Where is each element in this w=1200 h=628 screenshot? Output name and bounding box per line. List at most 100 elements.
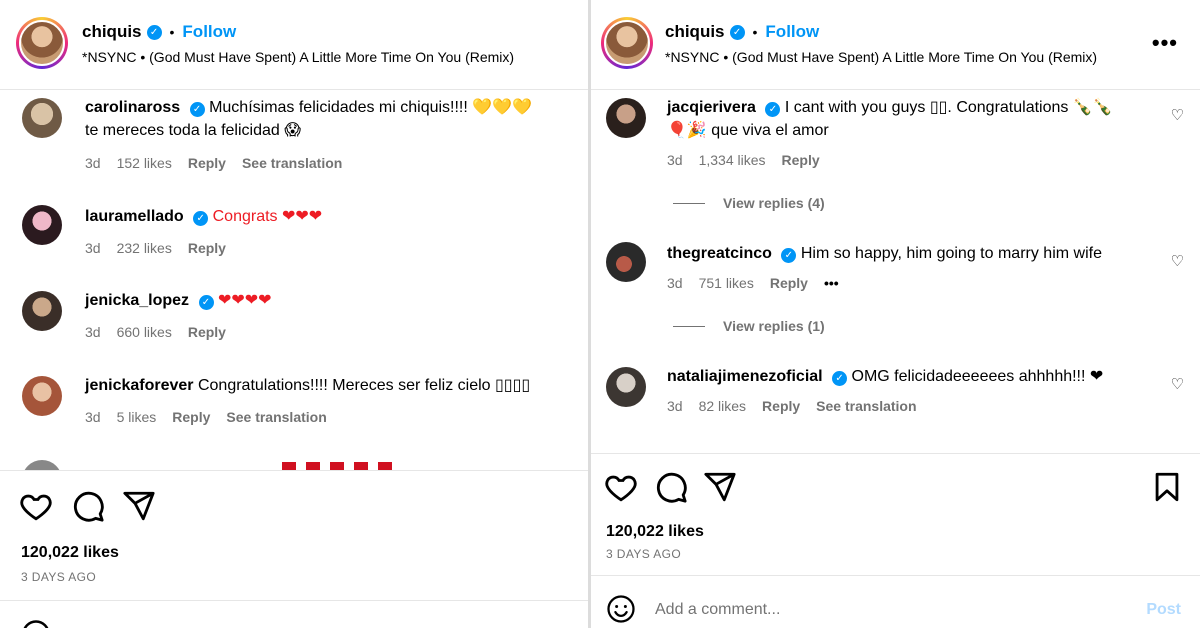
add-comment-bar: Add a comment... Post — [591, 575, 1200, 628]
comment-text: Him so happy, him going to marry him wif… — [800, 245, 1102, 262]
comment-age: 3d — [85, 409, 101, 425]
post-button[interactable]: Post — [1146, 601, 1181, 619]
post-header: chiquis ✓ • Follow *NSYNC • (God Must Ha… — [0, 0, 588, 90]
post-panel-left: chiquis ✓ • Follow *NSYNC • (God Must Ha… — [0, 0, 588, 628]
view-replies-label: View replies (4) — [723, 195, 825, 211]
replies-line — [673, 202, 705, 204]
post-time: 3 DAYS AGO — [606, 547, 682, 561]
post-header: chiquis ✓ • Follow *NSYNC • (God Must Ha… — [591, 0, 1200, 90]
reply-button[interactable]: Reply — [188, 155, 226, 171]
comment-text-line2: 🎈🎉 que viva el amor — [667, 122, 829, 139]
avatar[interactable] — [22, 291, 62, 331]
likes-count[interactable]: 120,022 likes — [21, 544, 119, 562]
comment-age: 3d — [667, 398, 683, 414]
post-time: 3 DAYS AGO — [21, 570, 97, 584]
emoji-icon[interactable] — [21, 619, 51, 628]
profile-avatar[interactable] — [601, 17, 653, 69]
comment-text: Congrats ❤❤❤ — [212, 208, 323, 225]
comment-likes[interactable]: 152 likes — [117, 155, 172, 171]
profile-avatar[interactable] — [16, 17, 68, 69]
verified-icon: ✓ — [729, 24, 745, 40]
comment-item-cut — [22, 460, 582, 470]
see-translation-button[interactable]: See translation — [816, 398, 916, 414]
see-translation-button[interactable]: See translation — [242, 155, 342, 171]
comment-like-heart-icon[interactable]: ♡ — [1171, 375, 1184, 393]
comment-likes[interactable]: 5 likes — [117, 409, 157, 425]
verified-icon: ✓ — [781, 248, 797, 263]
comment-likes[interactable]: 1,334 likes — [699, 152, 766, 168]
reply-button[interactable]: Reply — [762, 398, 800, 414]
reply-button[interactable]: Reply — [188, 324, 226, 340]
comment-likes[interactable]: 232 likes — [117, 240, 172, 256]
heart-icon[interactable] — [604, 470, 638, 504]
follow-button[interactable]: Follow — [765, 22, 819, 42]
verified-icon: ✓ — [146, 24, 162, 40]
comment-username[interactable]: lauramellado — [85, 208, 184, 225]
bookmark-icon[interactable] — [1150, 470, 1184, 504]
view-replies-button[interactable]: View replies (4) — [673, 195, 825, 211]
comment-age: 3d — [667, 275, 683, 291]
separator-dot: • — [169, 24, 175, 40]
post-username[interactable]: chiquis — [82, 22, 142, 42]
separator-dot: • — [752, 24, 758, 40]
comment-icon[interactable] — [71, 489, 105, 523]
add-comment-bar — [0, 600, 588, 628]
comment-likes[interactable]: 82 likes — [699, 398, 746, 414]
comment-age: 3d — [85, 324, 101, 340]
verified-icon: ✓ — [193, 211, 209, 226]
verified-icon: ✓ — [765, 102, 781, 117]
comment-username[interactable]: jenicka_lopez — [85, 292, 189, 309]
reply-button[interactable]: Reply — [770, 275, 808, 291]
verified-icon: ✓ — [832, 371, 848, 386]
share-icon[interactable] — [122, 489, 156, 523]
comment-age: 3d — [85, 240, 101, 256]
comment-likes[interactable]: 660 likes — [117, 324, 172, 340]
comment-text-line2: te mereces toda la felicidad 😱 — [85, 122, 301, 139]
comment-username[interactable]: jacqierivera — [667, 99, 756, 116]
comment-icon[interactable] — [654, 470, 688, 504]
comment-likes[interactable]: 751 likes — [699, 275, 754, 291]
avatar[interactable] — [22, 376, 62, 416]
post-panel-right: chiquis ✓ • Follow *NSYNC • (God Must Ha… — [591, 0, 1200, 628]
comment-text: OMG felicidadeeeeees ahhhhh!!! ❤ — [851, 368, 1104, 385]
see-translation-button[interactable]: See translation — [226, 409, 326, 425]
view-replies-label: View replies (1) — [723, 318, 825, 334]
reply-button[interactable]: Reply — [782, 152, 820, 168]
comment-username[interactable]: jenickaforever — [85, 377, 194, 394]
comment-username[interactable]: carolinaross — [85, 99, 180, 116]
heart-icon[interactable] — [19, 489, 53, 523]
avatar[interactable] — [606, 98, 646, 138]
comment-text: I cant with you guys ▯▯. Congratulations… — [784, 99, 1113, 116]
post-actions: 120,022 likes 3 DAYS AGO — [0, 470, 588, 600]
comment-like-heart-icon[interactable]: ♡ — [1171, 252, 1184, 270]
comment-text: Congratulations!!!! Mereces ser feliz ci… — [197, 377, 531, 394]
avatar[interactable] — [606, 242, 646, 282]
comment-username[interactable]: thegreatcinco — [667, 245, 772, 262]
comment-text: Muchísimas felicidades mi chiquis!!!! 💛💛… — [209, 99, 533, 116]
verified-icon: ✓ — [189, 102, 205, 117]
comment-text: ❤❤❤❤ — [217, 292, 272, 309]
post-actions: 120,022 likes 3 DAYS AGO — [591, 453, 1200, 575]
comment-more-button[interactable]: ••• — [824, 275, 839, 291]
share-icon[interactable] — [703, 470, 737, 504]
view-replies-button[interactable]: View replies (1) — [673, 318, 825, 334]
comment-age: 3d — [85, 155, 101, 171]
avatar[interactable] — [22, 98, 62, 138]
add-comment-input[interactable]: Add a comment... — [655, 601, 780, 619]
avatar[interactable] — [606, 367, 646, 407]
comment-username[interactable]: nataliajimenezoficial — [667, 368, 823, 385]
replies-line — [673, 325, 705, 327]
avatar[interactable] — [22, 205, 62, 245]
verified-icon: ✓ — [198, 295, 214, 310]
likes-count[interactable]: 120,022 likes — [606, 523, 704, 541]
comment-age: 3d — [667, 152, 683, 168]
audio-track[interactable]: *NSYNC • (God Must Have Spent) A Little … — [665, 49, 1097, 65]
follow-button[interactable]: Follow — [182, 22, 236, 42]
post-username[interactable]: chiquis — [665, 22, 725, 42]
reply-button[interactable]: Reply — [172, 409, 210, 425]
comment-like-heart-icon[interactable]: ♡ — [1171, 106, 1184, 124]
emoji-icon[interactable] — [606, 594, 636, 624]
more-options-button[interactable]: ••• — [1152, 30, 1178, 56]
reply-button[interactable]: Reply — [188, 240, 226, 256]
audio-track[interactable]: *NSYNC • (God Must Have Spent) A Little … — [82, 49, 514, 65]
